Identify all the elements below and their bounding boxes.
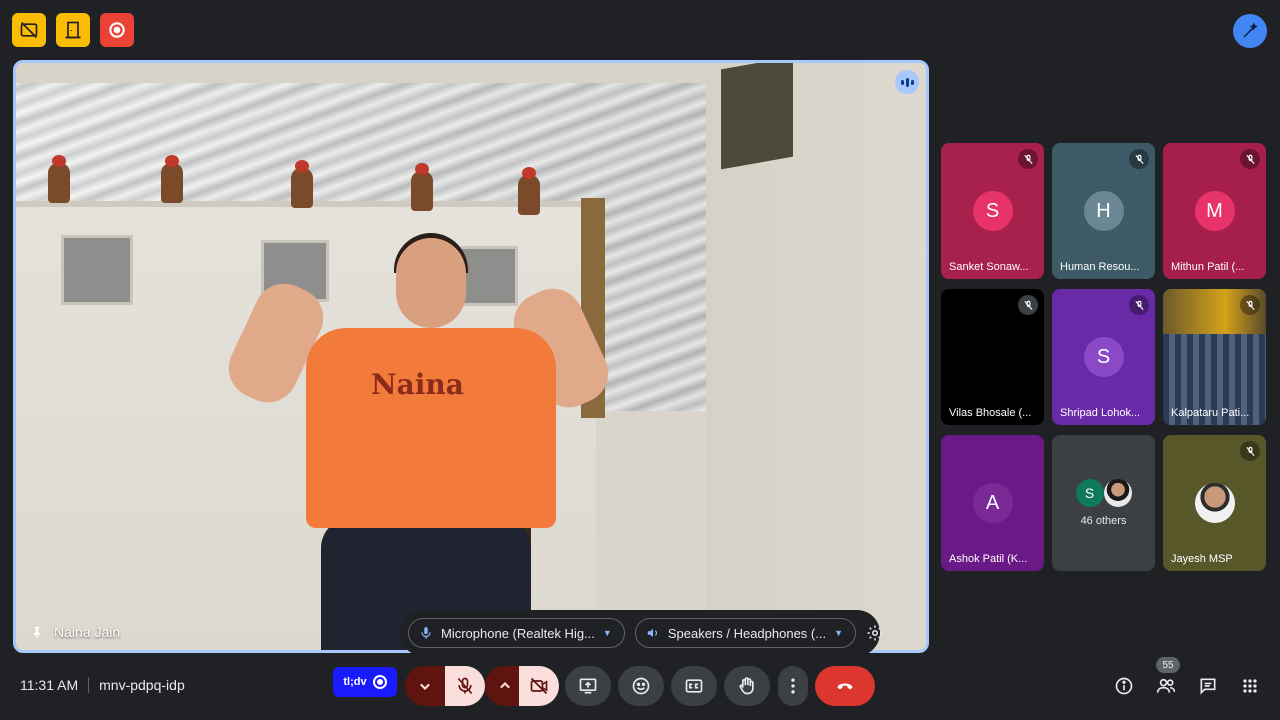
participant-name: Jayesh MSP xyxy=(1171,553,1233,565)
camera-toggle-button[interactable] xyxy=(519,666,559,706)
participant-name: Vilas Bhosale (... xyxy=(949,407,1032,419)
participant-tile[interactable]: A Ashok Patil (K... xyxy=(941,435,1044,571)
meeting-code: mnv-pdpq-idp xyxy=(99,677,185,693)
participant-name: Mithun Patil (... xyxy=(1171,261,1245,273)
participant-tile[interactable]: Jayesh MSP xyxy=(1163,435,1266,571)
avatar: M xyxy=(1194,191,1235,231)
others-tile[interactable]: S 46 others xyxy=(1052,435,1155,571)
people-button[interactable]: 55 xyxy=(1154,657,1180,698)
recording-badge[interactable] xyxy=(100,13,134,47)
host-controls-badge[interactable] xyxy=(56,13,90,47)
participant-tile[interactable]: S Sanket Sonaw... xyxy=(941,143,1044,279)
door-icon xyxy=(65,21,81,39)
mic-off-icon xyxy=(1018,149,1038,169)
gear-icon xyxy=(867,625,883,641)
speaker-label: Speakers / Headphones (... xyxy=(667,625,827,641)
no-screenshot-badge[interactable] xyxy=(12,13,46,47)
hand-icon xyxy=(739,677,754,695)
main-speaker-label: Naina Jain xyxy=(30,624,120,640)
participant-tile[interactable]: Vilas Bhosale (... xyxy=(941,289,1044,425)
main-speaker-name: Naina Jain xyxy=(54,624,121,640)
chat-icon xyxy=(1200,678,1216,695)
pin-icon[interactable] xyxy=(30,625,44,639)
meeting-details-button[interactable] xyxy=(1112,674,1136,698)
present-screen-button[interactable] xyxy=(565,666,611,706)
info-icon xyxy=(1115,677,1133,695)
meeting-info: 11:31 AM mnv-pdpq-idp xyxy=(20,677,185,693)
record-icon xyxy=(109,22,125,38)
emoji-icon xyxy=(632,677,650,695)
microphone-icon xyxy=(421,627,431,639)
participant-count-badge: 55 xyxy=(1156,657,1180,673)
more-vert-icon xyxy=(791,678,795,694)
camera-off-icon xyxy=(530,677,548,695)
visual-effects-button[interactable] xyxy=(1233,14,1267,48)
speaker-icon xyxy=(647,628,657,638)
chat-button[interactable] xyxy=(1196,674,1220,698)
record-icon xyxy=(372,675,387,689)
chevron-up-icon xyxy=(500,682,510,689)
others-avatars: S xyxy=(1075,479,1132,507)
mic-off-icon xyxy=(1240,295,1260,315)
status-badges xyxy=(12,13,134,47)
hang-up-icon xyxy=(837,683,853,690)
mic-off-icon xyxy=(1240,441,1260,461)
microphone-select[interactable]: Microphone (Realtek Hig... ▼ xyxy=(408,618,625,648)
chevron-down-icon: ▼ xyxy=(602,628,612,638)
shirt-print: Naina xyxy=(371,368,464,401)
present-icon xyxy=(579,678,597,694)
tldv-recorder-button[interactable]: tl;dv xyxy=(333,667,397,697)
clock-time: 11:31 AM xyxy=(20,677,79,693)
tldv-label: tl;dv xyxy=(343,676,367,688)
participant-tile[interactable]: S Shripad Lohok... xyxy=(1052,289,1155,425)
participant-name: Kalpataru Pati... xyxy=(1171,407,1250,419)
people-icon xyxy=(1156,678,1176,693)
mic-options-button[interactable] xyxy=(405,666,445,706)
mic-off-icon xyxy=(1018,295,1038,315)
participant-tile[interactable]: H Human Resou... xyxy=(1052,143,1155,279)
participant-name: Human Resou... xyxy=(1060,261,1140,273)
participant-name: Sanket Sonaw... xyxy=(949,261,1029,273)
participant-name: Shripad Lohok... xyxy=(1060,407,1141,419)
more-options-button[interactable] xyxy=(778,666,808,706)
participant-grid: S Sanket Sonaw... H Human Resou... M Mit… xyxy=(941,143,1266,571)
avatar: H xyxy=(1083,191,1124,231)
main-video-tile[interactable]: Naina Naina Jain xyxy=(13,60,929,653)
avatar: S xyxy=(972,191,1013,231)
mic-off-icon xyxy=(1240,149,1260,169)
divider xyxy=(88,677,90,693)
side-panel-controls: 55 xyxy=(1112,657,1262,698)
participant-tile[interactable]: M Mithun Patil (... xyxy=(1163,143,1266,279)
others-count: 46 others xyxy=(1080,515,1127,527)
microphone-toggle-button[interactable] xyxy=(445,666,485,706)
magic-wand-icon xyxy=(1243,22,1258,38)
apps-grid-icon xyxy=(1243,679,1257,693)
participant-tile[interactable]: Kalpataru Pati... xyxy=(1163,289,1266,425)
audio-device-bar: Microphone (Realtek Hig... ▼ Speakers / … xyxy=(400,610,883,656)
activities-button[interactable] xyxy=(1238,674,1262,698)
chevron-down-icon: ▼ xyxy=(834,628,844,638)
leave-call-button[interactable] xyxy=(815,666,875,706)
mic-off-icon xyxy=(457,677,473,695)
speaking-indicator-icon xyxy=(895,70,919,94)
captions-button[interactable] xyxy=(671,666,717,706)
speaker-video: Naina xyxy=(16,63,926,650)
raise-hand-button[interactable] xyxy=(724,666,770,706)
mic-off-icon xyxy=(1129,149,1149,169)
avatar xyxy=(1103,479,1132,507)
speaker-select[interactable]: Speakers / Headphones (... ▼ xyxy=(634,618,857,648)
avatar: S xyxy=(1075,479,1104,507)
participant-name: Ashok Patil (K... xyxy=(949,553,1028,565)
microphone-label: Microphone (Realtek Hig... xyxy=(441,625,595,641)
reactions-button[interactable] xyxy=(618,666,664,706)
audio-settings-button[interactable] xyxy=(866,618,884,648)
avatar: A xyxy=(972,483,1013,523)
avatar xyxy=(1194,483,1235,523)
avatar: S xyxy=(1083,337,1124,377)
chevron-down-icon xyxy=(420,683,430,690)
captions-icon xyxy=(685,679,703,693)
no-screenshot-icon xyxy=(20,21,38,39)
mic-off-icon xyxy=(1129,295,1149,315)
